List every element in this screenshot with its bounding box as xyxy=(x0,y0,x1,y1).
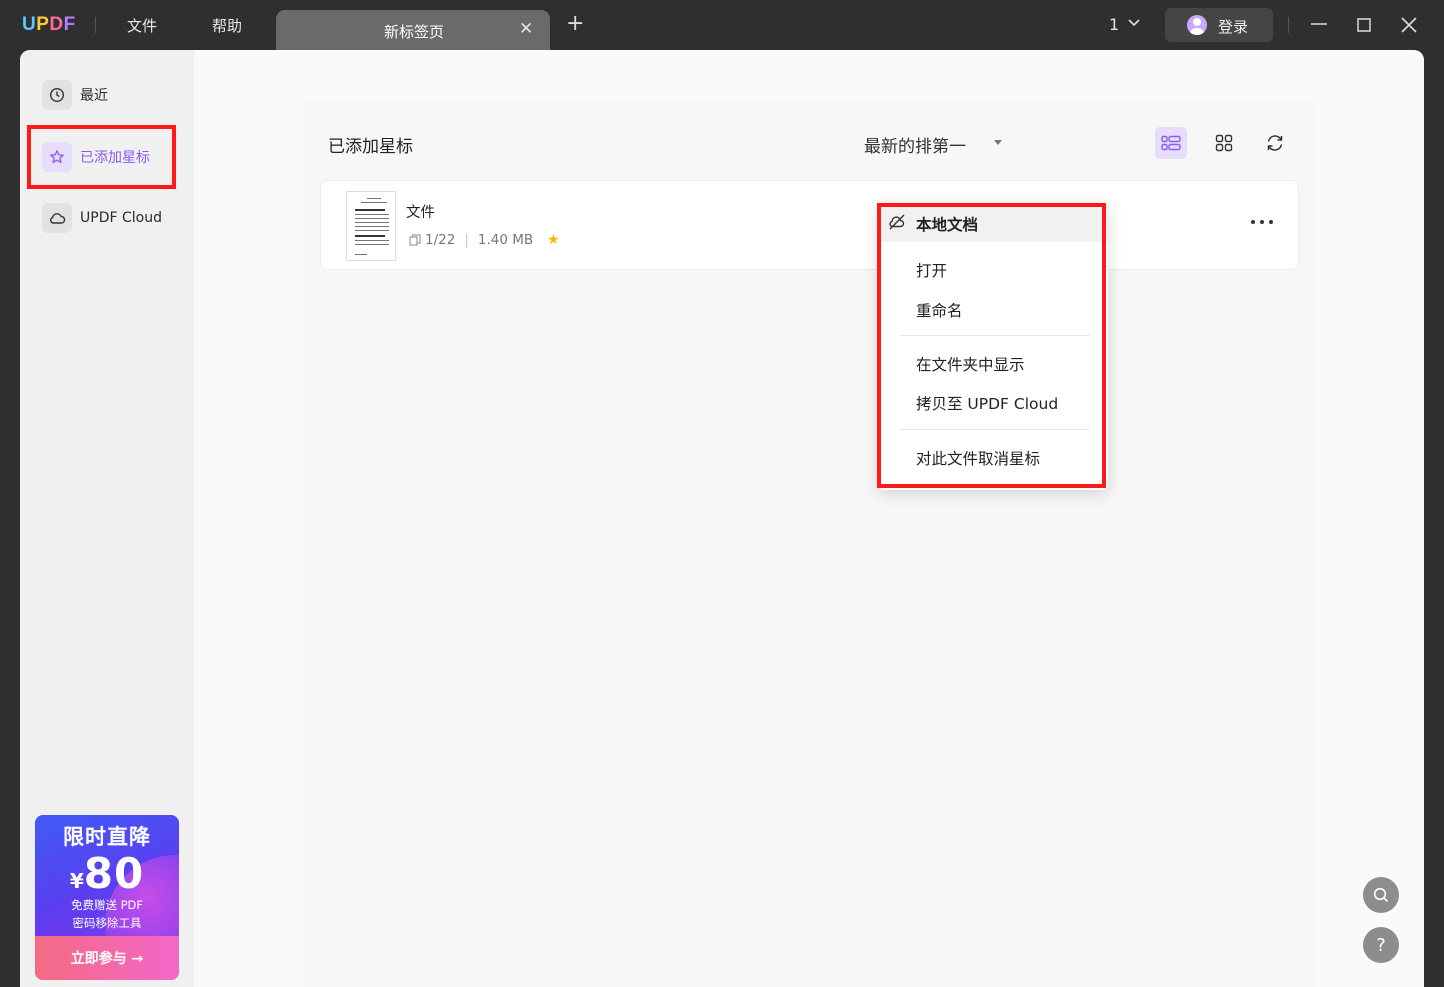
chevron-down-icon[interactable] xyxy=(1127,16,1141,30)
tab-close-icon[interactable]: ✕ xyxy=(519,19,533,39)
title-bar: UPDF 文件 帮助 新标签页 ✕ + 1 登录 xyxy=(0,0,1444,50)
promo-banner[interactable]: 限时直降 ¥80 免费赠送 PDF 密码移除工具 立即参与 → xyxy=(35,815,179,980)
menu-help[interactable]: 帮助 xyxy=(212,15,242,36)
search-button[interactable] xyxy=(1363,877,1399,913)
main-panel: 已添加星标 最新的排第一 文件 1/22 | 1.40 MB ★ xyxy=(303,100,1315,987)
title-divider xyxy=(95,17,96,33)
login-label: 登录 xyxy=(1218,18,1249,36)
list-view-button[interactable] xyxy=(1155,127,1187,159)
file-meta: 1/22 | 1.40 MB ★ xyxy=(409,232,560,248)
tab-new[interactable]: 新标签页 ✕ xyxy=(276,10,550,50)
add-tab-icon[interactable]: + xyxy=(566,13,584,35)
page-count: 1/22 xyxy=(425,232,456,248)
star-filled-icon[interactable]: ★ xyxy=(547,232,560,248)
avatar-icon xyxy=(1187,15,1207,35)
clock-icon xyxy=(42,80,72,110)
sidebar-item-cloud[interactable]: UPDF Cloud xyxy=(42,202,162,234)
question-icon: ? xyxy=(1376,934,1386,956)
sidebar-item-label: 最近 xyxy=(80,88,108,104)
highlight-box-sidebar xyxy=(27,125,176,189)
cloud-icon xyxy=(42,203,72,233)
more-options-button[interactable] xyxy=(1251,214,1273,230)
promo-join-button[interactable]: 立即参与 → xyxy=(35,936,179,980)
promo-price: ¥80 xyxy=(69,849,145,898)
promo-line-1: 免费赠送 PDF xyxy=(70,898,144,912)
tab-label: 新标签页 xyxy=(384,23,445,41)
menu-file[interactable]: 文件 xyxy=(127,15,157,36)
search-icon xyxy=(1373,887,1389,903)
meta-divider: | xyxy=(464,232,469,248)
sidebar: 最近 已添加星标 UPDF Cloud 限时直降 ¥80 免费赠送 PDF 密码… xyxy=(20,50,194,987)
sidebar-item-label: UPDF Cloud xyxy=(80,210,162,226)
list-view-icon xyxy=(1161,135,1181,151)
refresh-button[interactable] xyxy=(1259,127,1291,159)
file-size: 1.40 MB xyxy=(477,232,534,248)
file-card[interactable]: 文件 1/22 | 1.40 MB ★ xyxy=(320,180,1299,270)
refresh-icon xyxy=(1267,135,1283,151)
minimize-icon[interactable] xyxy=(1306,12,1332,38)
title-divider xyxy=(1288,17,1289,33)
grid-view-icon xyxy=(1215,134,1233,152)
promo-title: 限时直降 xyxy=(63,825,151,849)
updf-logo: UPDF xyxy=(22,14,76,35)
highlight-box-menu xyxy=(877,203,1106,488)
sort-dropdown[interactable]: 最新的排第一 xyxy=(864,132,966,157)
sidebar-item-recent[interactable]: 最近 xyxy=(42,79,108,111)
login-button[interactable]: 登录 xyxy=(1165,8,1273,42)
window-count[interactable]: 1 xyxy=(1109,15,1119,34)
close-window-icon[interactable] xyxy=(1396,12,1422,38)
pages-icon xyxy=(409,234,421,246)
app-window: 最近 已添加星标 UPDF Cloud 限时直降 ¥80 免费赠送 PDF 密码… xyxy=(20,50,1424,987)
file-name[interactable]: 文件 xyxy=(406,201,435,222)
maximize-icon[interactable] xyxy=(1351,12,1377,38)
caret-down-icon[interactable] xyxy=(994,140,1002,145)
file-thumbnail xyxy=(346,191,396,261)
help-button[interactable]: ? xyxy=(1363,927,1399,963)
page-title: 已添加星标 xyxy=(328,137,413,157)
grid-view-button[interactable] xyxy=(1208,127,1240,159)
promo-line-2: 密码移除工具 xyxy=(72,916,142,930)
